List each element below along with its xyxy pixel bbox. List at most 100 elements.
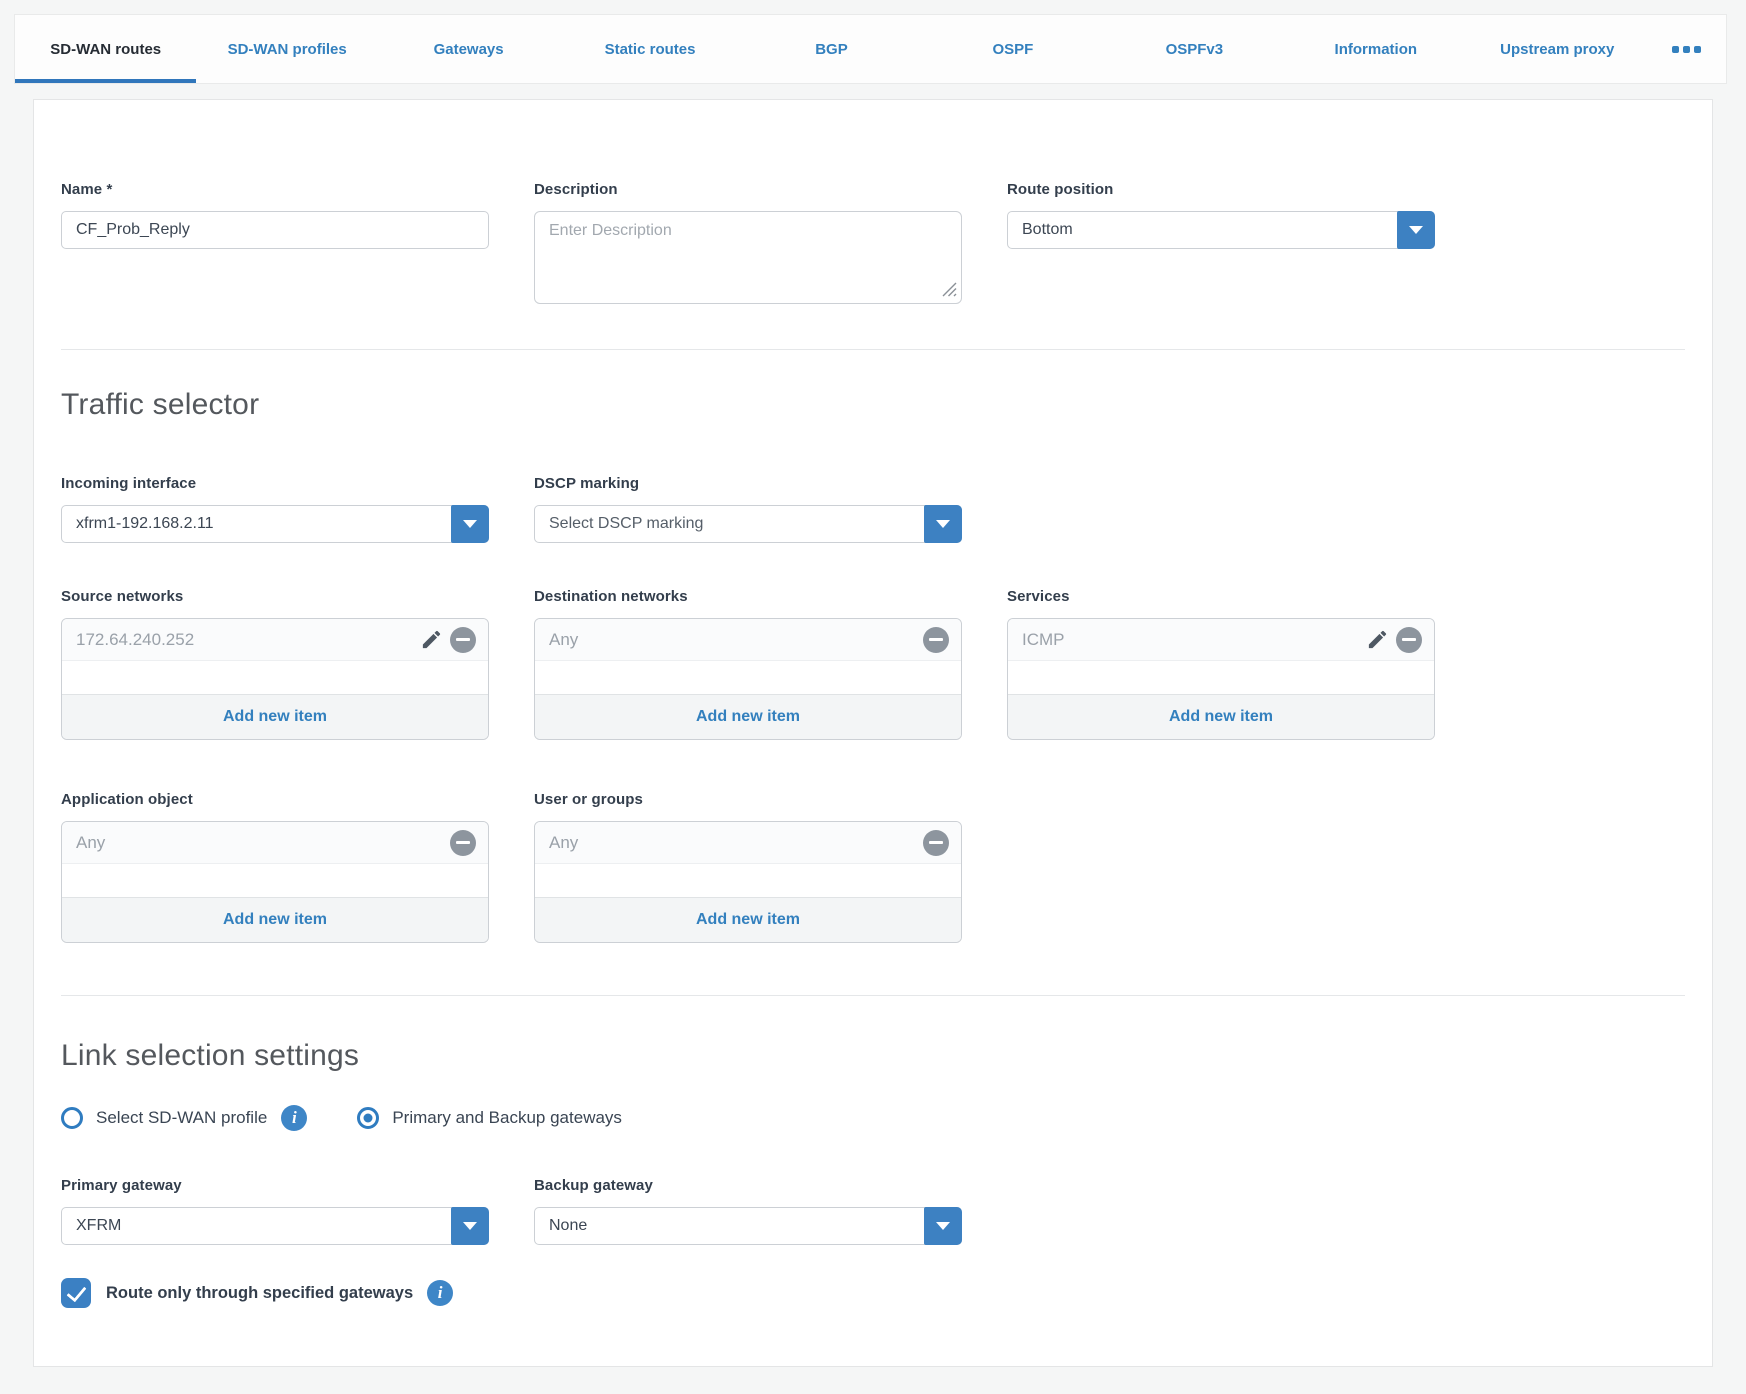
- destination-networks-listbox: Any Add new item: [534, 618, 962, 740]
- tab-gateways[interactable]: Gateways: [378, 15, 559, 83]
- list-item: 172.64.240.252: [62, 619, 488, 661]
- source-networks-field-group: Source networks 172.64.240.252 Add new i…: [61, 587, 489, 740]
- remove-icon[interactable]: [1396, 627, 1422, 653]
- row-gateways: Primary gateway XFRM Backup gateway None: [61, 1176, 1685, 1245]
- incoming-interface-label: Incoming interface: [61, 474, 489, 493]
- route-form-card: Name * Description Route position Bottom…: [33, 99, 1713, 1367]
- destination-networks-field-group: Destination networks Any Add new item: [534, 587, 962, 740]
- chevron-down-icon: [936, 1222, 950, 1230]
- dscp-marking-field-group: DSCP marking Select DSCP marking: [534, 474, 962, 543]
- services-field-group: Services ICMP Add new item: [1007, 587, 1435, 740]
- link-selection-heading: Link selection settings: [61, 1038, 1685, 1073]
- backup-gateway-value: None: [549, 1217, 587, 1235]
- link-selection-radio-group: Select SD-WAN profile i Primary and Back…: [61, 1105, 1685, 1131]
- row-application-users: Application object Any Add new item User…: [61, 790, 1685, 943]
- add-new-item-button[interactable]: Add new item: [535, 694, 961, 739]
- radio-option-primary-backup-gateways[interactable]: Primary and Backup gateways: [357, 1107, 622, 1129]
- info-icon[interactable]: i: [281, 1105, 307, 1131]
- list-item-text: Any: [549, 833, 578, 853]
- resize-handle-icon[interactable]: [942, 282, 957, 297]
- destination-networks-label: Destination networks: [534, 587, 962, 606]
- radio-button[interactable]: [357, 1107, 379, 1129]
- tab-information[interactable]: Information: [1285, 15, 1466, 83]
- radio-button[interactable]: [61, 1107, 83, 1129]
- chevron-down-icon: [1409, 226, 1423, 234]
- tab-bar: SD-WAN routes SD-WAN profiles Gateways S…: [14, 14, 1727, 84]
- tab-sdwan-profiles[interactable]: SD-WAN profiles: [196, 15, 377, 83]
- route-only-checkbox[interactable]: [61, 1278, 91, 1308]
- dscp-marking-label: DSCP marking: [534, 474, 962, 493]
- list-item: Any: [535, 619, 961, 661]
- description-field-group: Description: [534, 180, 962, 304]
- route-position-dropdown-button[interactable]: [1397, 211, 1435, 249]
- remove-icon[interactable]: [923, 627, 949, 653]
- list-item-text: ICMP: [1022, 630, 1065, 650]
- add-new-item-button[interactable]: Add new item: [535, 897, 961, 942]
- route-position-value: Bottom: [1022, 221, 1073, 239]
- tab-sdwan-routes[interactable]: SD-WAN routes: [15, 15, 196, 83]
- route-position-select[interactable]: Bottom: [1007, 211, 1435, 249]
- list-item: ICMP: [1008, 619, 1434, 661]
- primary-gateway-dropdown-button[interactable]: [451, 1207, 489, 1245]
- description-textarea[interactable]: [534, 211, 962, 304]
- application-object-label: Application object: [61, 790, 489, 809]
- section-divider: [61, 995, 1685, 996]
- edit-icon[interactable]: [1366, 628, 1389, 651]
- route-position-label: Route position: [1007, 180, 1435, 199]
- chevron-down-icon: [463, 1222, 477, 1230]
- remove-icon[interactable]: [923, 830, 949, 856]
- source-networks-listbox: 172.64.240.252 Add new item: [61, 618, 489, 740]
- chevron-down-icon: [936, 520, 950, 528]
- user-or-groups-listbox: Any Add new item: [534, 821, 962, 943]
- route-only-checkbox-row: Route only through specified gateways i: [61, 1278, 1685, 1308]
- name-input[interactable]: [61, 211, 489, 249]
- name-label: Name *: [61, 180, 489, 199]
- primary-gateway-field-group: Primary gateway XFRM: [61, 1176, 489, 1245]
- row-networks-services: Source networks 172.64.240.252 Add new i…: [61, 587, 1685, 740]
- backup-gateway-select[interactable]: None: [534, 1207, 962, 1245]
- add-new-item-button[interactable]: Add new item: [62, 897, 488, 942]
- incoming-interface-field-group: Incoming interface xfrm1-192.168.2.11: [61, 474, 489, 543]
- incoming-interface-select[interactable]: xfrm1-192.168.2.11: [61, 505, 489, 543]
- radio-label: Select SD-WAN profile: [96, 1108, 267, 1128]
- application-object-field-group: Application object Any Add new item: [61, 790, 489, 943]
- backup-gateway-label: Backup gateway: [534, 1176, 962, 1195]
- remove-icon[interactable]: [450, 830, 476, 856]
- source-networks-label: Source networks: [61, 587, 489, 606]
- info-icon[interactable]: i: [427, 1280, 453, 1306]
- route-position-field-group: Route position Bottom: [1007, 180, 1435, 304]
- list-item-text: Any: [549, 630, 578, 650]
- tab-bgp[interactable]: BGP: [741, 15, 922, 83]
- list-item: Any: [535, 822, 961, 864]
- add-new-item-button[interactable]: Add new item: [1008, 694, 1434, 739]
- list-item: Any: [62, 822, 488, 864]
- remove-icon[interactable]: [450, 627, 476, 653]
- list-item-text: Any: [76, 833, 105, 853]
- edit-icon[interactable]: [420, 628, 443, 651]
- route-only-checkbox-label: Route only through specified gateways: [106, 1284, 413, 1303]
- row-interface-dscp: Incoming interface xfrm1-192.168.2.11 DS…: [61, 474, 1685, 543]
- backup-gateway-field-group: Backup gateway None: [534, 1176, 962, 1245]
- dscp-marking-dropdown-button[interactable]: [924, 505, 962, 543]
- primary-gateway-value: XFRM: [76, 1217, 121, 1235]
- more-tabs-ellipsis-icon[interactable]: [1648, 15, 1726, 83]
- radio-option-sdwan-profile[interactable]: Select SD-WAN profile i: [61, 1105, 307, 1131]
- incoming-interface-dropdown-button[interactable]: [451, 505, 489, 543]
- traffic-selector-heading: Traffic selector: [61, 387, 1685, 422]
- radio-label: Primary and Backup gateways: [392, 1108, 622, 1128]
- tab-static-routes[interactable]: Static routes: [559, 15, 740, 83]
- tab-upstream-proxy[interactable]: Upstream proxy: [1467, 15, 1648, 83]
- tab-ospfv3[interactable]: OSPFv3: [1104, 15, 1285, 83]
- add-new-item-button[interactable]: Add new item: [62, 694, 488, 739]
- dscp-marking-select[interactable]: Select DSCP marking: [534, 505, 962, 543]
- backup-gateway-dropdown-button[interactable]: [924, 1207, 962, 1245]
- tab-ospf[interactable]: OSPF: [922, 15, 1103, 83]
- name-field-group: Name *: [61, 180, 489, 304]
- primary-gateway-select[interactable]: XFRM: [61, 1207, 489, 1245]
- dscp-marking-value: Select DSCP marking: [549, 515, 703, 533]
- services-listbox: ICMP Add new item: [1007, 618, 1435, 740]
- user-or-groups-field-group: User or groups Any Add new item: [534, 790, 962, 943]
- user-or-groups-label: User or groups: [534, 790, 962, 809]
- services-label: Services: [1007, 587, 1435, 606]
- incoming-interface-value: xfrm1-192.168.2.11: [76, 515, 214, 533]
